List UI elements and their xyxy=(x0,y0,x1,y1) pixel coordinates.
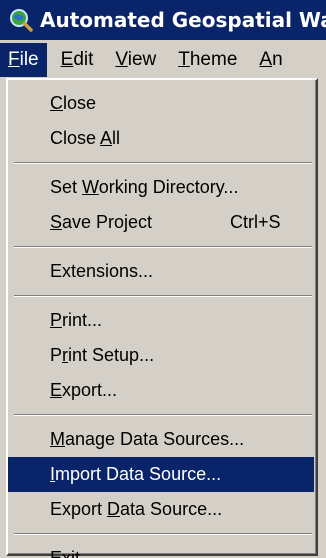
menu-item-export-data-source[interactable]: Export Data Source... xyxy=(8,492,316,527)
menu-item-close-all[interactable]: Close All xyxy=(8,121,316,156)
menu-view[interactable]: View xyxy=(107,43,164,77)
menu-separator xyxy=(8,289,316,303)
window-title: Automated Geospatial Wa xyxy=(40,8,326,32)
menu-item-close[interactable]: Close xyxy=(8,86,316,121)
globe-magnifier-icon xyxy=(10,9,33,32)
menu-item-save-project[interactable]: Save Project Ctrl+S xyxy=(8,205,316,240)
menu-bar: File Edit View Theme An xyxy=(0,40,326,80)
menu-separator xyxy=(8,408,316,422)
menu-separator xyxy=(8,240,316,254)
menu-item-export[interactable]: Export... xyxy=(8,373,316,408)
save-shortcut-label: Ctrl+S xyxy=(230,212,281,232)
file-menu-dropdown: Close Close All Set Working Directory...… xyxy=(6,78,318,558)
menu-separator xyxy=(8,527,316,541)
menu-analysis[interactable]: An xyxy=(251,43,290,77)
menu-item-import-data-source[interactable]: Import Data Source... xyxy=(8,457,314,492)
menu-theme[interactable]: Theme xyxy=(170,43,245,77)
menu-item-print-setup[interactable]: Print Setup... xyxy=(8,338,316,373)
menu-item-manage-data-sources[interactable]: Manage Data Sources... xyxy=(8,422,316,457)
menu-item-print[interactable]: Print... xyxy=(8,303,316,338)
menu-edit[interactable]: Edit xyxy=(53,43,102,77)
menu-item-exit[interactable]: Exit xyxy=(8,541,316,558)
menu-file[interactable]: File xyxy=(0,43,47,77)
menu-separator xyxy=(8,156,316,170)
menu-item-extensions[interactable]: Extensions... xyxy=(8,254,316,289)
menu-item-set-working-directory[interactable]: Set Working Directory... xyxy=(8,170,316,205)
application-window: Automated Geospatial Wa File Edit View T… xyxy=(0,0,326,558)
title-bar[interactable]: Automated Geospatial Wa xyxy=(0,0,326,40)
